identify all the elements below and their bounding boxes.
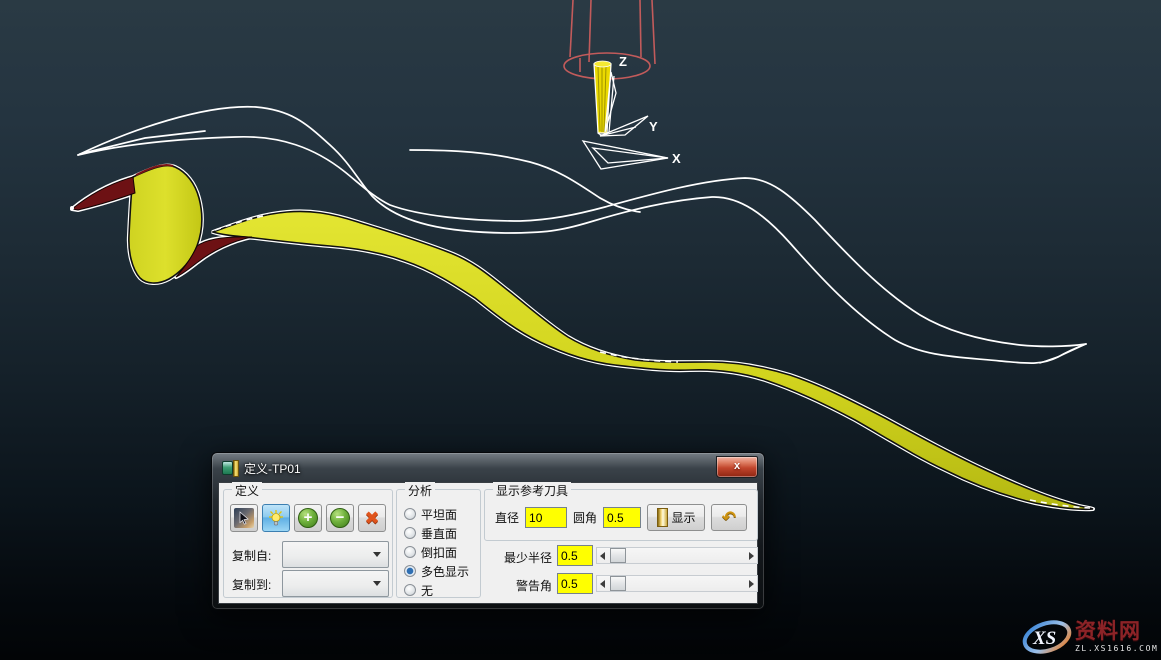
diameter-input[interactable] [525,507,567,528]
delete-x-icon: ✖ [364,509,379,527]
min-radius-input[interactable] [557,545,593,566]
define-toolbar: + − ✖ [230,504,386,532]
watermark: XS 资料网 ZL.XS1616.COM [1021,616,1159,658]
radio-label: 平坦面 [421,506,457,523]
warning-angle-scrollbar[interactable] [596,575,758,592]
radio-label: 多色显示 [421,563,469,580]
define-dialog: 定义-TP01 x 定义 + [211,452,765,610]
dialog-title: 定义-TP01 [244,460,301,477]
min-radius-scrollbar[interactable] [596,547,758,564]
select-cursor-button[interactable] [230,504,258,532]
group-define: 定义 + − [223,489,393,598]
tool-icon [657,508,668,527]
shade-toggle-button[interactable] [262,504,290,532]
dialog-client-area: 定义 + − [218,482,758,604]
copy-from-label: 复制自: [232,547,271,564]
chevron-down-icon [373,581,381,586]
arrow-right-icon[interactable] [749,552,754,560]
min-radius-label: 最少半径 [480,549,552,566]
arrow-left-icon[interactable] [600,552,605,560]
radio-undercut-face[interactable]: 倒扣面 [404,545,457,559]
warning-angle-input[interactable] [557,573,593,594]
radio-label: 无 [421,582,433,599]
watermark-logo-text: XS [1032,628,1056,649]
arrow-right-icon[interactable] [749,580,754,588]
warning-angle-row: 警告角 [480,573,758,595]
radio-multicolor[interactable]: 多色显示 [404,564,469,578]
dialog-app-icon [222,460,238,475]
scrollbar-thumb[interactable] [610,548,626,563]
radio-vertical-face[interactable]: 垂直面 [404,526,457,540]
radio-icon[interactable] [404,508,416,520]
close-button[interactable]: x [716,456,758,478]
remove-button[interactable]: − [326,504,354,532]
copy-to-label: 复制到: [232,576,271,593]
group-reference-tool: 显示参考刀具 直径 圆角 显示 ↶ [484,489,758,541]
chevron-down-icon [373,552,381,557]
scrollbar-thumb[interactable] [610,576,626,591]
radio-label: 垂直面 [421,525,457,542]
corner-radius-label: 圆角 [573,509,597,526]
arrow-left-icon[interactable] [600,580,605,588]
show-tool-button[interactable]: 显示 [647,504,705,531]
undo-icon: ↶ [722,508,736,528]
group-analysis: 分析 平坦面 垂直面 倒扣面 多色显示 无 [396,489,481,598]
x-axis-label: X [672,151,681,166]
surface-tip-point [70,206,74,210]
delete-button[interactable]: ✖ [358,504,386,532]
show-tool-label: 显示 [672,509,696,526]
y-axis-label: Y [649,119,658,134]
group-analysis-label: 分析 [405,482,435,499]
z-axis-label: Z [619,54,627,69]
warning-angle-label: 警告角 [480,577,552,594]
corner-radius-input[interactable] [603,507,641,528]
radio-icon[interactable] [404,565,416,577]
copy-to-dropdown[interactable] [282,570,389,597]
copy-from-dropdown[interactable] [282,541,389,568]
add-button[interactable]: + [294,504,322,532]
radio-icon[interactable] [404,527,416,539]
watermark-site-url: ZL.XS1616.COM [1075,645,1158,653]
radio-icon[interactable] [404,584,416,596]
cursor-icon [234,508,254,528]
minus-icon: − [330,508,350,528]
lightbulb-icon [267,509,285,527]
diameter-label: 直径 [495,509,519,526]
radio-none[interactable]: 无 [404,583,433,597]
group-reference-tool-label: 显示参考刀具 [493,482,571,499]
dialog-titlebar[interactable]: 定义-TP01 x [212,453,764,482]
plus-icon: + [298,508,318,528]
radio-icon[interactable] [404,546,416,558]
min-radius-row: 最少半径 [480,545,758,567]
undo-button[interactable]: ↶ [711,504,747,531]
group-define-label: 定义 [232,482,262,499]
watermark-logo-icon: XS [1021,616,1073,658]
radio-flat-face[interactable]: 平坦面 [404,507,457,521]
watermark-site-name: 资料网 [1075,621,1158,642]
radio-label: 倒扣面 [421,544,457,561]
